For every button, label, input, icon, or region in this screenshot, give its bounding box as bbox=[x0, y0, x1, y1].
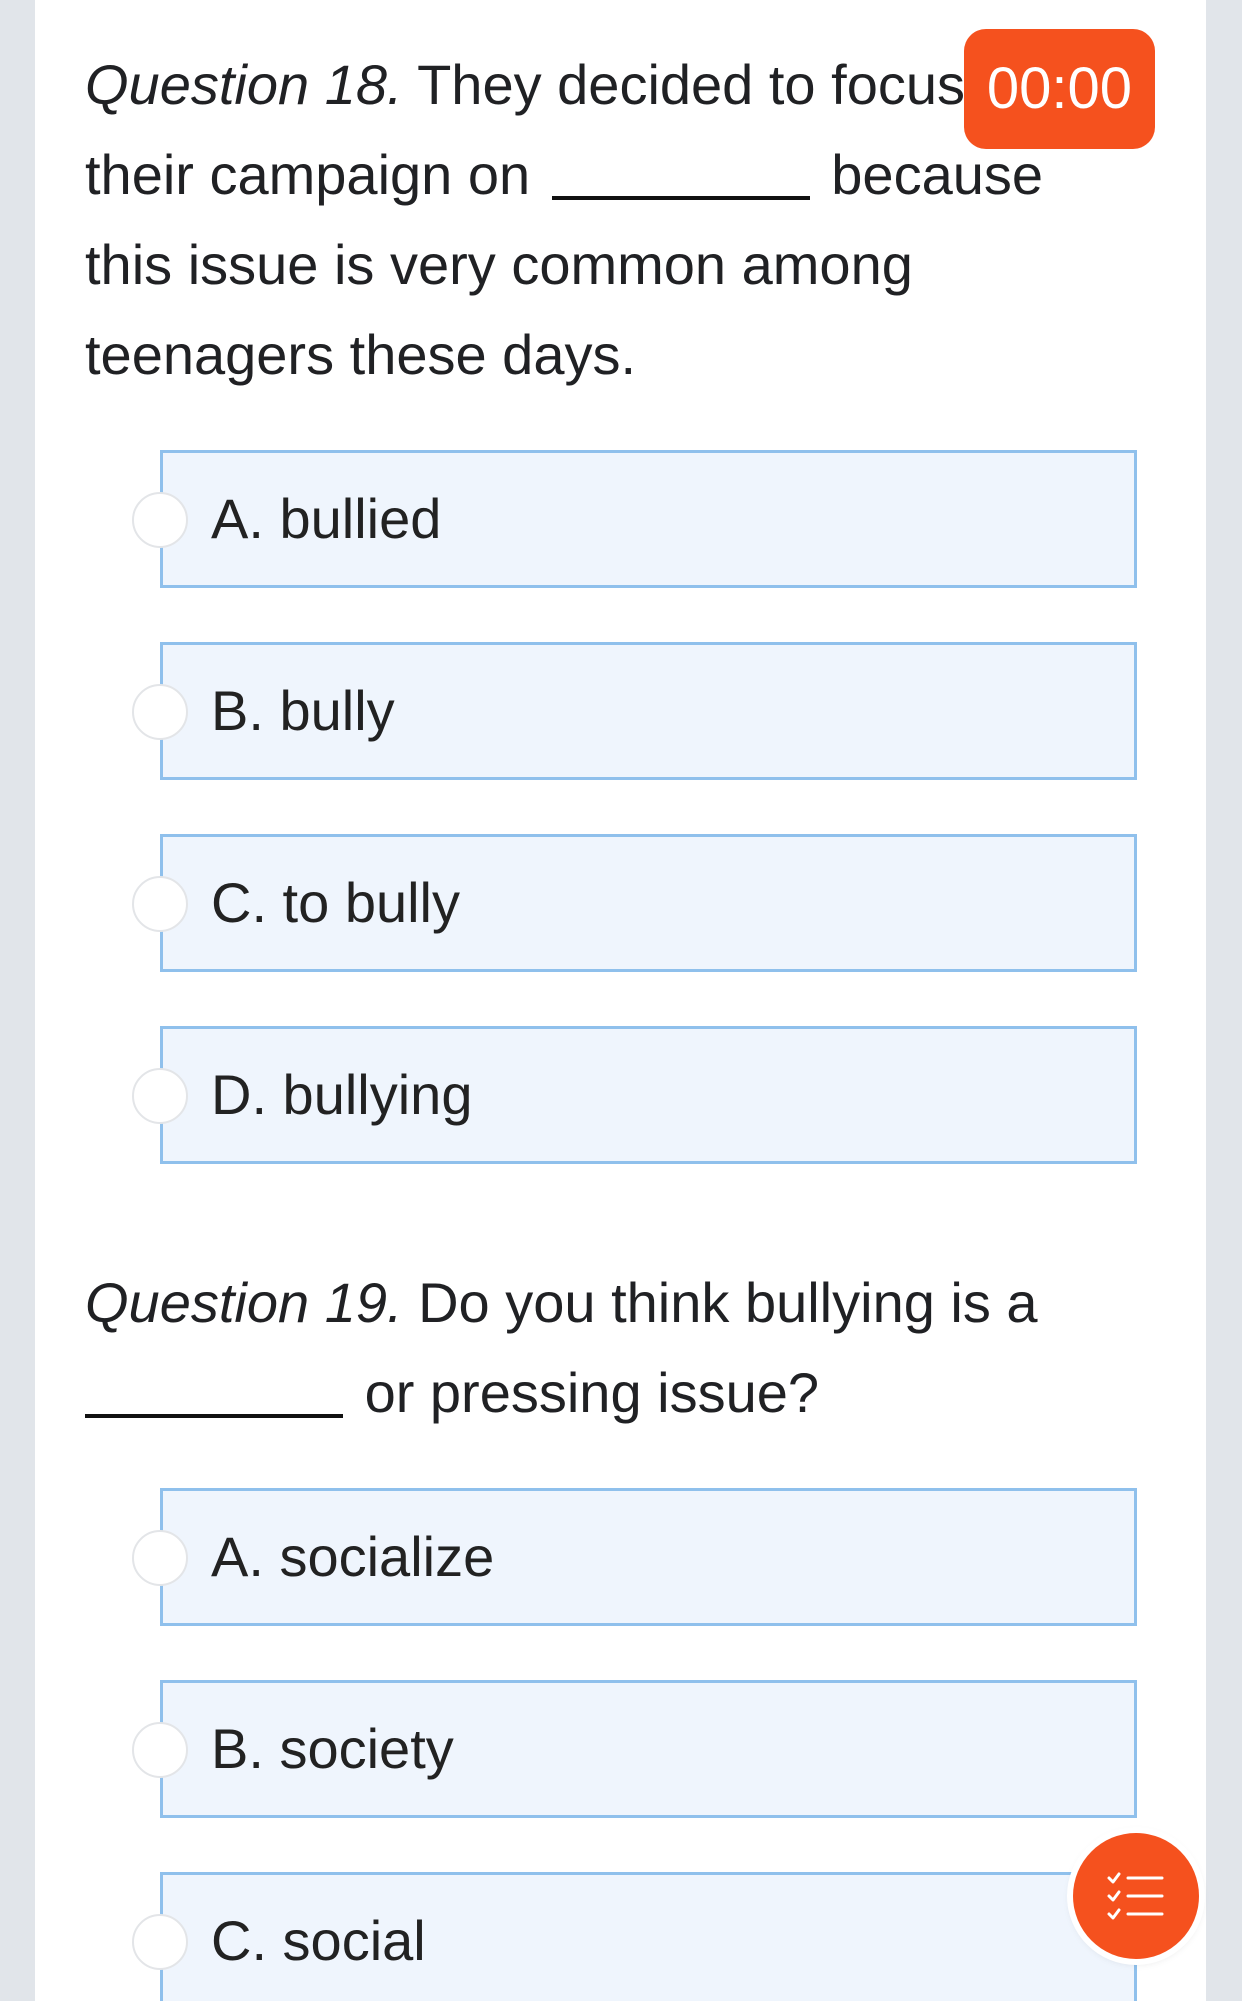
question-list-icon bbox=[1107, 1872, 1164, 1920]
option-18-a[interactable]: A. bullied bbox=[132, 450, 1137, 588]
radio-button[interactable] bbox=[132, 1914, 188, 1970]
timer-badge: 00:00 bbox=[964, 29, 1155, 149]
option-label: A. bullied bbox=[211, 487, 442, 550]
option-18-d[interactable]: D. bullying bbox=[132, 1026, 1137, 1164]
radio-button[interactable] bbox=[132, 1068, 188, 1124]
option-label: B. society bbox=[211, 1717, 454, 1780]
question-19: Question 19. Do you think bullying is a … bbox=[85, 1258, 1145, 1438]
question-number: Question 19. bbox=[85, 1271, 403, 1334]
radio-button[interactable] bbox=[132, 684, 188, 740]
option-18-b[interactable]: B. bully bbox=[132, 642, 1137, 780]
question-text-end: or pressing issue? bbox=[364, 1361, 820, 1424]
option-19-a[interactable]: A. socialize bbox=[132, 1488, 1137, 1626]
question-text-line2: their campaign on bbox=[85, 143, 531, 206]
option-label: C. to bully bbox=[211, 871, 460, 934]
quiz-card: Question 18. They decided to focus their… bbox=[35, 0, 1206, 2001]
radio-button[interactable] bbox=[132, 1722, 188, 1778]
radio-button[interactable] bbox=[132, 492, 188, 548]
option-label: D. bullying bbox=[211, 1063, 473, 1126]
question-number: Question 18. bbox=[85, 53, 403, 116]
option-label: A. socialize bbox=[211, 1525, 495, 1588]
answer-blank bbox=[551, 196, 810, 200]
option-label: B. bully bbox=[211, 679, 395, 742]
option-19-c[interactable]: C. social bbox=[132, 1872, 1137, 2001]
option-label: C. social bbox=[211, 1909, 426, 1972]
question-list-button[interactable] bbox=[1073, 1833, 1199, 1959]
option-18-c[interactable]: C. to bully bbox=[132, 834, 1137, 972]
radio-button[interactable] bbox=[132, 876, 188, 932]
question-text-start: They decided to focus bbox=[417, 53, 965, 116]
answer-blank bbox=[85, 1414, 343, 1418]
option-19-b[interactable]: B. society bbox=[132, 1680, 1137, 1818]
question-text-start: Do you think bullying is a bbox=[418, 1271, 1038, 1334]
radio-button[interactable] bbox=[132, 1530, 188, 1586]
